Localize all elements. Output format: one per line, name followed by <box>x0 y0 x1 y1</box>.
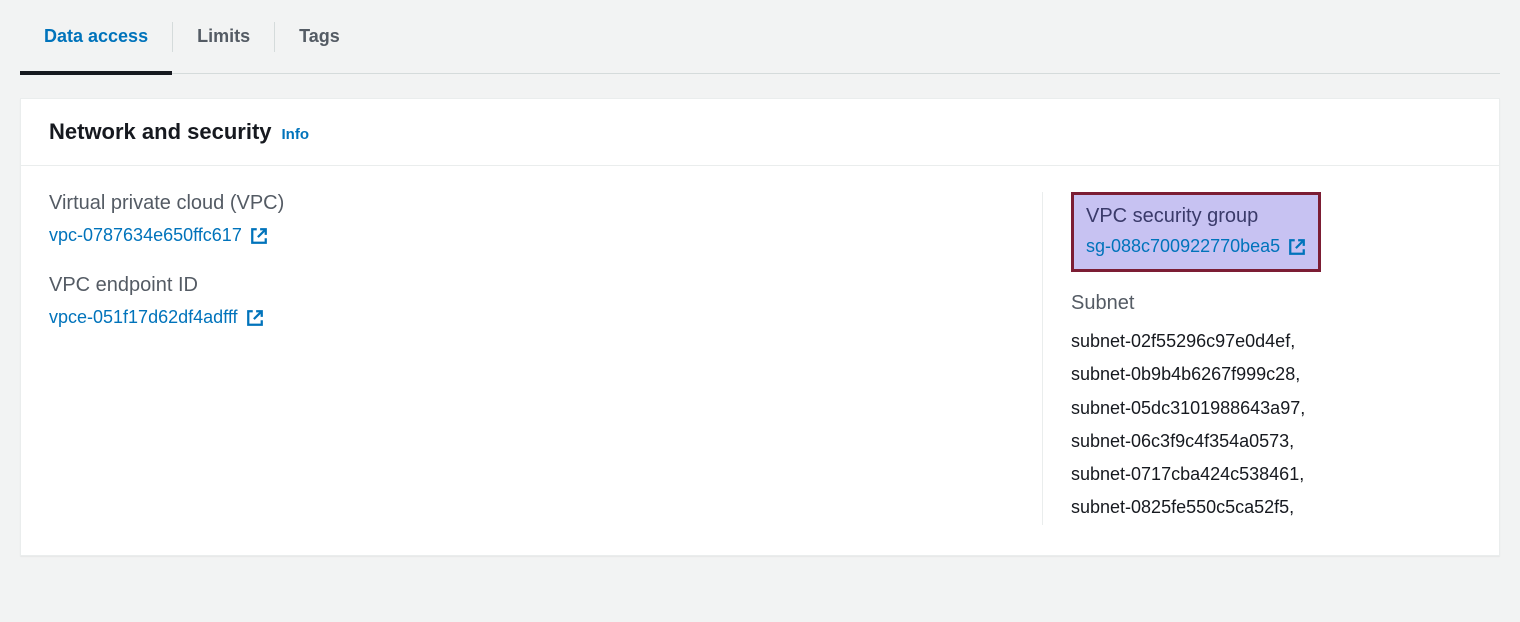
field-label-vpc-endpoint: VPC endpoint ID <box>49 274 1014 297</box>
tab-label: Data access <box>44 26 148 47</box>
subnet-list: subnet-02f55296c97e0d4ef, subnet-0b9b4b6… <box>1071 325 1471 525</box>
external-link-icon <box>1288 238 1306 256</box>
info-link[interactable]: Info <box>282 126 310 143</box>
field-label-security-group: VPC security group <box>1086 205 1306 228</box>
vpc-endpoint-id: vpce-051f17d62df4adfff <box>49 307 238 328</box>
tab-data-access[interactable]: Data access <box>20 0 172 74</box>
field-vpc-endpoint: VPC endpoint ID vpce-051f17d62df4adfff <box>49 274 1014 328</box>
external-link-icon <box>250 227 268 245</box>
security-group-highlight: VPC security group sg-088c700922770bea5 <box>1071 192 1321 272</box>
external-link-icon <box>246 309 264 327</box>
panel-title: Network and security <box>49 119 272 145</box>
subnet-item: subnet-02f55296c97e0d4ef, <box>1071 325 1471 358</box>
security-group-id: sg-088c700922770bea5 <box>1086 236 1280 257</box>
panel-body: Virtual private cloud (VPC) vpc-0787634e… <box>21 166 1499 555</box>
tab-tags[interactable]: Tags <box>275 0 364 74</box>
vpc-link[interactable]: vpc-0787634e650ffc617 <box>49 225 268 246</box>
field-label-vpc: Virtual private cloud (VPC) <box>49 192 1014 215</box>
column-right: VPC security group sg-088c700922770bea5 … <box>1071 192 1471 525</box>
tab-label: Limits <box>197 26 250 47</box>
vpc-endpoint-link[interactable]: vpce-051f17d62df4adfff <box>49 307 264 328</box>
tab-limits[interactable]: Limits <box>173 0 274 74</box>
panel-header: Network and security Info <box>21 99 1499 166</box>
field-vpc: Virtual private cloud (VPC) vpc-0787634e… <box>49 192 1014 246</box>
subnet-item: subnet-0825fe550c5ca52f5, <box>1071 491 1471 524</box>
network-security-panel: Network and security Info Virtual privat… <box>20 98 1500 556</box>
tab-label: Tags <box>299 26 340 47</box>
subnet-item: subnet-05dc3101988643a97, <box>1071 392 1471 425</box>
column-left: Virtual private cloud (VPC) vpc-0787634e… <box>49 192 1014 525</box>
security-group-link[interactable]: sg-088c700922770bea5 <box>1086 236 1306 257</box>
tabs-bar: Data access Limits Tags <box>20 0 1500 74</box>
column-divider <box>1042 192 1043 525</box>
field-label-subnet: Subnet <box>1071 292 1471 315</box>
subnet-item: subnet-0717cba424c538461, <box>1071 458 1471 491</box>
field-subnet: Subnet subnet-02f55296c97e0d4ef, subnet-… <box>1071 292 1471 525</box>
subnet-item: subnet-06c3f9c4f354a0573, <box>1071 425 1471 458</box>
vpc-id: vpc-0787634e650ffc617 <box>49 225 242 246</box>
subnet-item: subnet-0b9b4b6267f999c28, <box>1071 358 1471 391</box>
